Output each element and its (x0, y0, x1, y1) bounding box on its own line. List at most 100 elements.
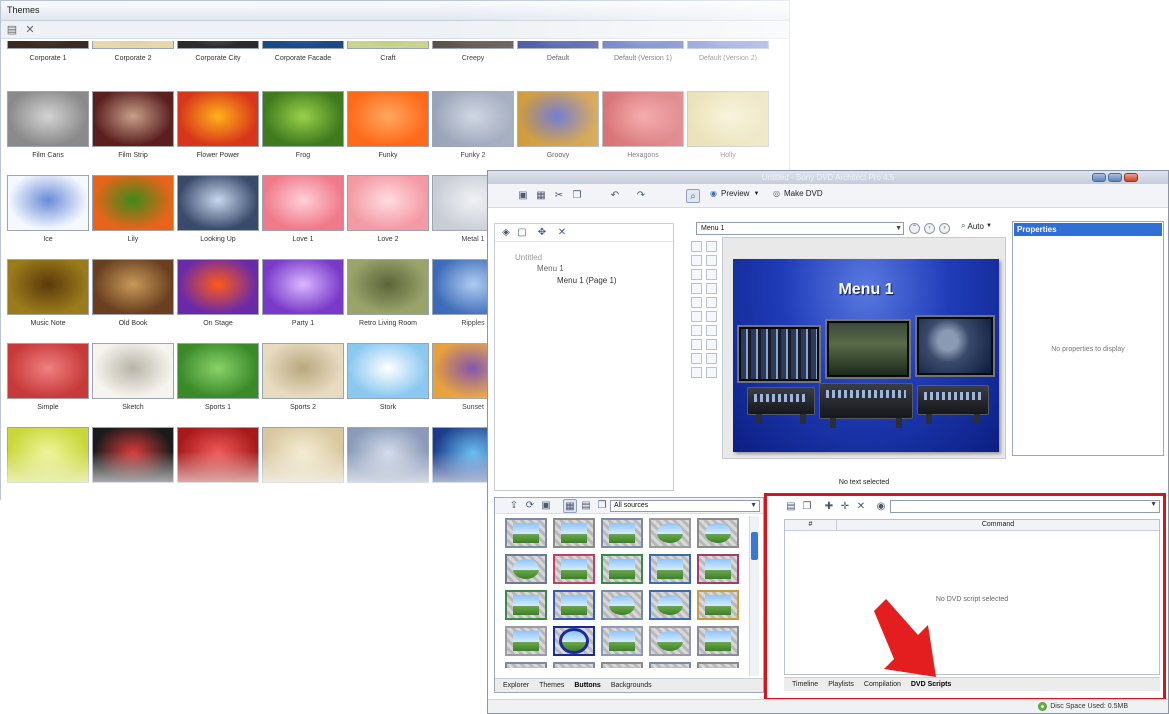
alignment-tool-icon[interactable] (691, 353, 702, 364)
theme-thumbnail[interactable] (7, 91, 89, 147)
theme-item[interactable]: Love 2 (347, 175, 429, 253)
theme-thumbnail[interactable] (347, 41, 429, 49)
tree-root[interactable]: Untitled (515, 253, 542, 262)
theme-thumbnail[interactable] (92, 41, 174, 49)
theme-thumbnail[interactable] (517, 91, 599, 147)
theme-thumbnail[interactable] (432, 91, 514, 147)
theme-thumbnail[interactable] (177, 91, 259, 147)
button-style-item[interactable] (553, 518, 595, 548)
button-style-item[interactable] (553, 662, 595, 668)
button-style-item[interactable] (697, 662, 739, 668)
button-style-item[interactable] (649, 518, 691, 548)
theme-thumbnail[interactable] (262, 41, 344, 49)
theme-item[interactable]: Ice (7, 175, 89, 253)
theme-thumbnail[interactable] (7, 41, 89, 49)
button-style-item[interactable] (553, 590, 595, 620)
folder-up-icon[interactable]: ⇪ (507, 499, 521, 513)
button-style-item[interactable] (601, 626, 643, 656)
theme-item[interactable]: Simple (7, 343, 89, 421)
new-project-icon[interactable]: ▣ (516, 189, 530, 203)
move-icon[interactable]: ✥ (535, 226, 549, 240)
delete-icon[interactable]: ▣ (539, 499, 553, 513)
theme-thumbnail[interactable] (347, 91, 429, 147)
dvd-menu-preview[interactable]: Menu 1 (733, 259, 999, 452)
alignment-tool-icon[interactable] (706, 339, 717, 350)
theme-item[interactable]: Lily (92, 175, 174, 253)
tab-explorer[interactable]: Explorer (503, 682, 529, 689)
theme-item[interactable]: Sports 2 (262, 343, 344, 421)
theme-thumbnail[interactable] (347, 343, 429, 399)
theme-item[interactable]: Sketch (92, 343, 174, 421)
alignment-tool-icon[interactable] (706, 367, 717, 378)
alignment-tool-icon[interactable] (691, 297, 702, 308)
button-style-item[interactable] (505, 662, 547, 668)
theme-thumbnail[interactable] (92, 175, 174, 231)
button-style-item[interactable] (553, 554, 595, 584)
button-style-item[interactable] (505, 590, 547, 620)
save-icon[interactable]: ▦ (534, 189, 548, 203)
alignment-tool-icon[interactable] (691, 241, 702, 252)
undo-icon[interactable]: ↶ (608, 189, 622, 203)
alignment-tool-icon[interactable] (706, 269, 717, 280)
theme-item[interactable]: Holly (687, 91, 769, 169)
theme-thumbnail[interactable] (432, 41, 514, 49)
close-icon[interactable]: ✕ (24, 24, 36, 36)
theme-item[interactable]: Film Strip (92, 91, 174, 169)
apply-theme-icon[interactable]: ▤ (6, 24, 18, 36)
button-style-item[interactable] (697, 626, 739, 656)
button-style-item[interactable] (505, 518, 547, 548)
theme-item[interactable]: Film Cans (7, 91, 89, 169)
menu-canvas[interactable]: Menu 1 (722, 237, 1006, 459)
alignment-tool-icon[interactable] (706, 325, 717, 336)
alignment-tool-icon[interactable] (706, 283, 717, 294)
scrollbar-thumb[interactable] (751, 532, 758, 560)
alignment-tool-icon[interactable] (706, 311, 717, 322)
theme-item[interactable]: Retro Living Room (347, 259, 429, 337)
tree-menu[interactable]: Menu 1 (537, 264, 564, 273)
theme-thumbnail[interactable] (347, 175, 429, 231)
theme-thumbnail[interactable] (602, 41, 684, 49)
make-dvd-button[interactable]: ◎ Make DVD (773, 189, 823, 198)
cut-icon[interactable]: ✂ (552, 189, 566, 203)
theme-thumbnail[interactable] (262, 91, 344, 147)
minimize-button[interactable] (1092, 173, 1106, 182)
theme-item[interactable]: Music Note (7, 259, 89, 337)
button-style-item[interactable] (553, 626, 595, 656)
button-style-item[interactable] (601, 662, 643, 668)
zoom-select[interactable]: ⌕ Auto ▼ (961, 221, 992, 231)
button-style-item[interactable] (649, 626, 691, 656)
view-list-icon[interactable]: ▤ (579, 499, 593, 513)
theme-thumbnail[interactable] (262, 175, 344, 231)
theme-thumbnail[interactable] (7, 259, 89, 315)
redo-icon[interactable]: ↷ (634, 189, 648, 203)
theme-thumbnail[interactable] (517, 41, 599, 49)
theme-item[interactable]: Old Book (92, 259, 174, 337)
add-menu-icon[interactable]: ◈ (499, 226, 513, 240)
copy-icon[interactable]: ❐ (570, 189, 584, 203)
button-style-item[interactable] (697, 590, 739, 620)
alignment-tool-icon[interactable] (706, 297, 717, 308)
theme-thumbnail[interactable] (687, 41, 769, 49)
theme-item[interactable]: Looking Up (177, 175, 259, 253)
close-button[interactable] (1124, 173, 1138, 182)
view-details-icon[interactable]: ❐ (595, 499, 609, 513)
button-style-item[interactable] (601, 518, 643, 548)
tab-backgrounds[interactable]: Backgrounds (611, 682, 652, 689)
alignment-tool-icon[interactable] (691, 367, 702, 378)
theme-item[interactable]: Flower Power (177, 91, 259, 169)
navigate-forward-icon[interactable]: › (939, 223, 950, 234)
theme-thumbnail[interactable] (262, 259, 344, 315)
alignment-tool-icon[interactable] (691, 255, 702, 266)
theme-thumbnail[interactable] (92, 343, 174, 399)
theme-thumbnail[interactable] (177, 259, 259, 315)
button-style-item[interactable] (697, 554, 739, 584)
theme-thumbnail[interactable] (687, 91, 769, 147)
theme-item[interactable]: Funky (347, 91, 429, 169)
alignment-tool-icon[interactable] (706, 353, 717, 364)
button-style-item[interactable] (601, 554, 643, 584)
tree-page[interactable]: Menu 1 (Page 1) (557, 276, 617, 285)
refresh-icon[interactable]: ⟳ (523, 499, 537, 513)
theme-thumbnail[interactable] (92, 259, 174, 315)
theme-thumbnail[interactable] (7, 343, 89, 399)
delete-icon[interactable]: ✕ (555, 226, 569, 240)
